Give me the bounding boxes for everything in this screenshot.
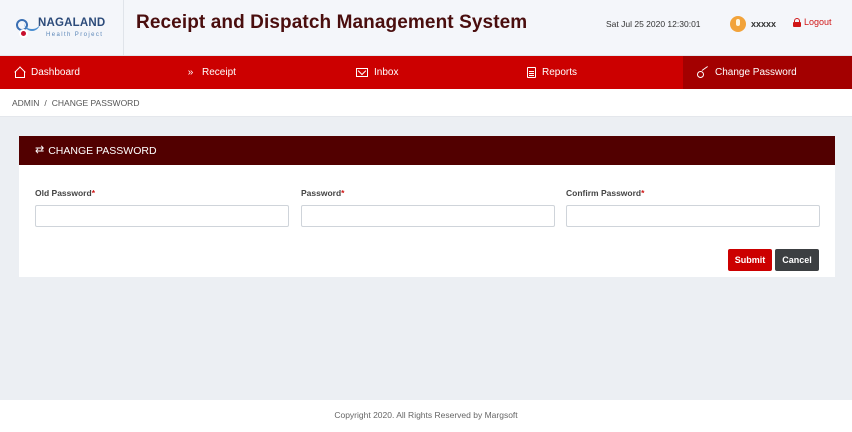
copyright-text: Copyright 2020. All Rights Reserved by M… <box>334 410 518 420</box>
nav-item-inbox[interactable]: Inbox <box>356 56 398 89</box>
breadcrumb-root[interactable]: ADMIN <box>12 98 39 108</box>
user-avatar[interactable] <box>730 16 746 32</box>
password-input[interactable] <box>301 205 555 227</box>
confirm-password-label: Confirm Password* <box>566 188 645 198</box>
breadcrumb: ADMIN / CHANGE PASSWORD <box>0 89 852 117</box>
submit-button[interactable]: Submit <box>728 249 772 271</box>
home-icon <box>14 67 25 78</box>
nav-item-change-password[interactable]: Change Password <box>683 56 852 89</box>
confirm-password-input[interactable] <box>566 205 820 227</box>
app-title: Receipt and Dispatch Management System <box>136 12 528 33</box>
nav-item-label: Dashboard <box>31 67 80 78</box>
old-password-label: Old Password* <box>35 188 95 198</box>
logo-subtitle: Health Project <box>46 31 104 38</box>
nav-item-receipt[interactable]: » Receipt <box>185 56 236 89</box>
double-chevron-down-icon: » <box>187 67 194 78</box>
swap-arrows-icon: ⇄ <box>35 144 45 156</box>
main-nav: Dashboard » Receipt Inbox Reports Change… <box>0 56 852 89</box>
logo[interactable]: NAGALAND Health Project <box>0 0 124 56</box>
nav-item-label: Change Password <box>715 67 797 78</box>
nav-item-reports[interactable]: Reports <box>527 56 577 89</box>
key-icon <box>697 68 709 78</box>
logo-emblem-icon <box>16 15 40 41</box>
footer: Copyright 2020. All Rights Reserved by M… <box>0 400 852 432</box>
inbox-icon <box>356 68 368 77</box>
top-header: NAGALAND Health Project Receipt and Disp… <box>0 0 852 56</box>
change-password-card: ⇄ CHANGE PASSWORD Old Password* Password… <box>19 136 835 277</box>
nav-item-label: Receipt <box>202 67 236 78</box>
nav-item-label: Reports <box>542 67 578 78</box>
cancel-button[interactable]: Cancel <box>775 249 819 271</box>
nav-item-dashboard[interactable]: Dashboard <box>14 56 80 89</box>
logout-label: Logout <box>804 17 832 27</box>
report-icon <box>527 67 536 78</box>
logout-link[interactable]: Logout <box>793 17 832 27</box>
breadcrumb-separator: / <box>44 98 47 108</box>
current-datetime: Sat Jul 25 2020 12:30:01 <box>606 19 701 29</box>
old-password-input[interactable] <box>35 205 289 227</box>
username[interactable]: xxxxx <box>751 19 776 29</box>
card-header: ⇄ CHANGE PASSWORD <box>19 136 835 165</box>
nav-item-label: Inbox <box>374 67 399 78</box>
password-label: Password* <box>301 188 345 198</box>
lock-icon <box>793 17 801 27</box>
logo-name: NAGALAND <box>38 17 106 30</box>
card-title: CHANGE PASSWORD <box>48 144 157 157</box>
breadcrumb-current: CHANGE PASSWORD <box>51 98 140 108</box>
